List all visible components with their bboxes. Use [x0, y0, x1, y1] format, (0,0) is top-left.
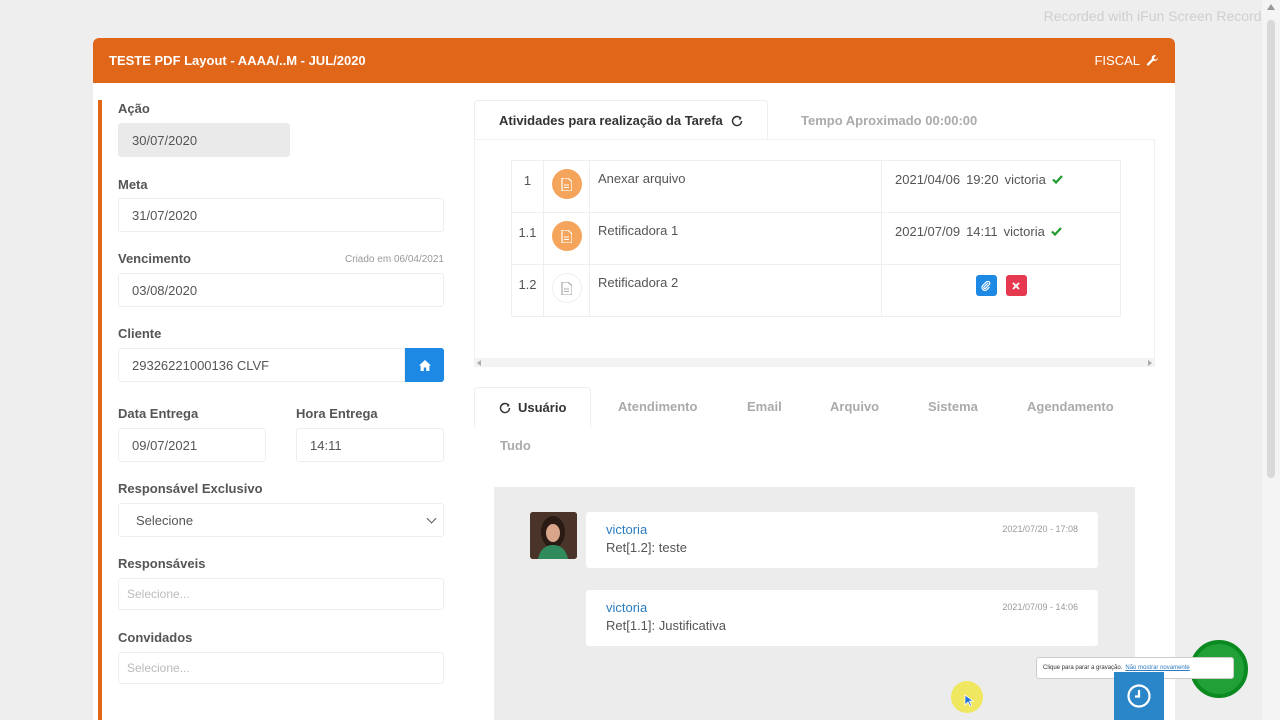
page-scrollbar[interactable]	[1262, 0, 1280, 720]
activity-name: Retificadora 2	[589, 264, 882, 317]
paperclip-icon	[981, 280, 991, 291]
table-row[interactable]: 1.1 Retificadora 1 2021/07/09 14:11 victor…	[511, 212, 1121, 265]
fiscal-link[interactable]: FISCAL	[1094, 53, 1159, 68]
activity-date: 2021/04/06	[895, 172, 961, 187]
scroll-up-arrow-icon[interactable]	[1267, 4, 1275, 10]
responsavel-exclusivo-label: Responsável Exclusivo	[118, 481, 263, 496]
cursor-icon	[964, 694, 975, 707]
acao-label: Ação	[118, 101, 150, 116]
responsavel-exclusivo-value: Selecione	[136, 512, 194, 528]
tab-atendimento[interactable]: Atendimento	[618, 399, 697, 414]
hora-entrega-label: Hora Entrega	[296, 406, 378, 421]
schedule-button[interactable]	[1114, 672, 1164, 720]
activity-user: victoria	[1004, 172, 1046, 187]
cliente-home-button[interactable]	[405, 348, 444, 382]
activity-time: 14:11	[966, 224, 998, 239]
vencimento-label: Vencimento	[118, 251, 191, 266]
page-title: TESTE PDF Layout - AAAA/..M - JUL/2020	[109, 53, 366, 68]
watermark: Recorded with iFun Screen Recorder	[1043, 8, 1274, 24]
table-row[interactable]: 1 Anexar arquivo 2021/04/06 19:20 victoria	[511, 160, 1121, 213]
recorder-tooltip-link[interactable]: Não mostrar novamente	[1125, 665, 1189, 671]
activity-user: victoria	[1003, 224, 1045, 239]
activities-panel: 1 Anexar arquivo 2021/04/06 19:20 victoria…	[474, 139, 1155, 365]
tab-arquivo[interactable]: Arquivo	[830, 399, 879, 414]
hora-entrega-field[interactable]: 14:11	[296, 428, 444, 462]
history-tabs: Usuário Atendimento Email Arquivo Sistem…	[474, 387, 1155, 467]
cliente-label: Cliente	[118, 326, 162, 341]
activity-info: 2021/07/09 14:11 victoria	[881, 212, 1121, 265]
scroll-right-icon[interactable]	[1148, 360, 1152, 366]
chevron-down-icon	[426, 513, 437, 524]
tab-sistema[interactable]: Sistema	[928, 399, 978, 414]
scroll-left-icon[interactable]	[477, 360, 481, 366]
meta-label: Meta	[118, 177, 148, 192]
tab-atividades-label: Atividades para realização da Tarefa	[499, 113, 723, 128]
task-card: TESTE PDF Layout - AAAA/..M - JUL/2020 F…	[93, 38, 1175, 720]
activities-table: 1 Anexar arquivo 2021/04/06 19:20 victoria…	[511, 160, 1121, 317]
activity-time: 19:20	[966, 172, 999, 187]
file-done-icon	[551, 221, 582, 251]
accent-bar	[98, 100, 102, 720]
data-entrega-label: Data Entrega	[118, 406, 199, 421]
recorder-tooltip-text: Clique para parar a gravação.	[1043, 665, 1123, 671]
activity-info: 2021/04/06 19:20 victoria	[881, 160, 1121, 213]
check-icon	[1052, 175, 1063, 185]
tab-agendamento[interactable]: Agendamento	[1027, 399, 1114, 414]
tab-email[interactable]: Email	[747, 399, 782, 414]
check-icon	[1051, 227, 1062, 237]
responsaveis-label: Responsáveis	[118, 556, 206, 571]
table-row[interactable]: 1.2 Retificadora 2	[511, 264, 1121, 317]
refresh-icon[interactable]	[731, 115, 743, 127]
activity-name: Retificadora 1	[589, 212, 882, 265]
home-icon	[418, 359, 431, 371]
activities-hscrollbar[interactable]	[474, 358, 1155, 367]
file-icon	[551, 273, 582, 303]
meta-field[interactable]: 31/07/2020	[118, 198, 444, 232]
tab-atividades[interactable]: Atividades para realização da Tarefa	[474, 100, 768, 140]
responsaveis-input[interactable]: Selecione...	[118, 578, 444, 610]
tab-usuario-label: Usuário	[518, 400, 567, 415]
message-item: victoria Ret[1.1]: Justificativa 2021/07…	[586, 590, 1098, 646]
created-note: Criado em 06/04/2021	[345, 254, 444, 265]
message-date: 2021/07/20 - 17:08	[1002, 524, 1078, 534]
activity-tabs: Atividades para realização da Tarefa Tem…	[474, 100, 1155, 140]
attach-button[interactable]	[975, 275, 997, 296]
convidados-label: Convidados	[118, 630, 193, 645]
fiscal-label: FISCAL	[1094, 53, 1140, 68]
close-icon	[1012, 281, 1020, 290]
message-text: Ret[1.2]: teste	[606, 540, 687, 555]
messages-panel: victoria Ret[1.2]: teste 2021/07/20 - 17…	[494, 487, 1135, 720]
cursor-highlight	[951, 681, 983, 713]
message-item: victoria Ret[1.2]: teste 2021/07/20 - 17…	[586, 512, 1098, 568]
wrench-icon	[1146, 54, 1159, 66]
message-date: 2021/07/09 - 14:06	[1002, 602, 1078, 612]
message-text: Ret[1.1]: Justificativa	[606, 618, 726, 633]
clock-icon	[1127, 684, 1151, 708]
acao-field: 30/07/2020	[118, 123, 290, 157]
activity-num: 1	[511, 160, 544, 213]
activity-date: 2021/07/09	[895, 224, 961, 239]
tab-usuario[interactable]: Usuário	[474, 387, 592, 427]
activity-name: Anexar arquivo	[589, 160, 882, 213]
remove-button[interactable]	[1005, 275, 1027, 296]
file-done-icon	[551, 169, 582, 199]
convidados-input[interactable]: Selecione...	[118, 652, 444, 684]
cliente-field[interactable]: 29326221000136 CLVF	[118, 348, 405, 382]
responsavel-exclusivo-select[interactable]: Selecione	[118, 503, 444, 537]
vencimento-field[interactable]: 03/08/2020	[118, 273, 444, 307]
activity-num: 1.2	[511, 264, 544, 317]
data-entrega-field[interactable]: 09/07/2021	[118, 428, 266, 462]
tab-tudo[interactable]: Tudo	[500, 438, 531, 453]
scroll-thumb[interactable]	[1267, 20, 1275, 478]
activity-num: 1.1	[511, 212, 544, 265]
card-header: TESTE PDF Layout - AAAA/..M - JUL/2020 F…	[93, 38, 1175, 83]
avatar	[530, 512, 577, 559]
tab-tempo[interactable]: Tempo Aproximado 00:00:00	[801, 100, 977, 140]
refresh-icon	[499, 402, 511, 413]
